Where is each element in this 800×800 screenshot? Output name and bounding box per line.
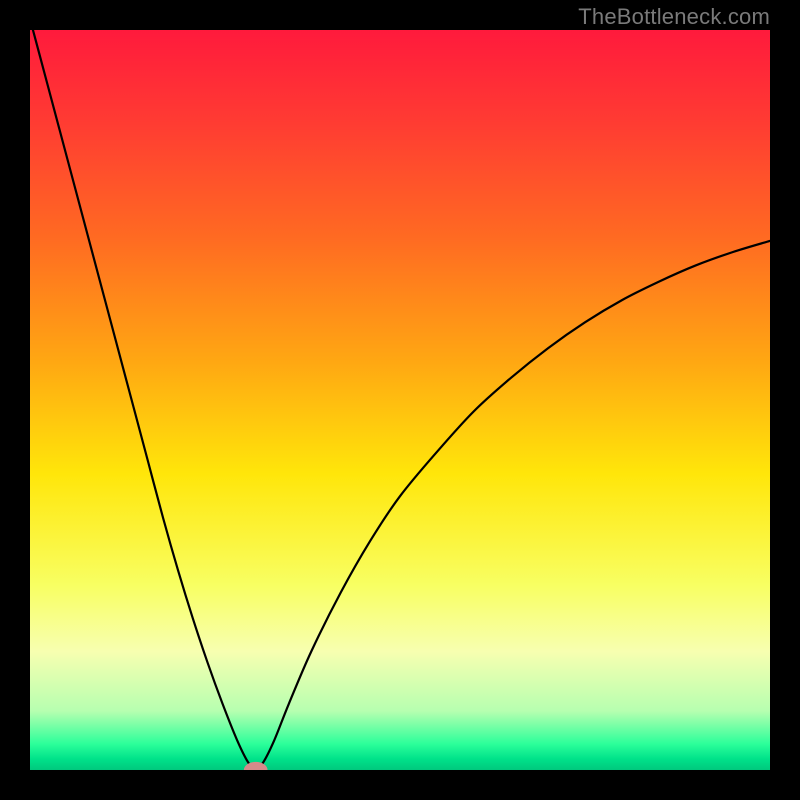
watermark-text: TheBottleneck.com	[578, 4, 770, 30]
bottleneck-chart	[0, 0, 800, 800]
chart-container: TheBottleneck.com	[0, 0, 800, 800]
chart-gradient-bg	[30, 30, 770, 770]
